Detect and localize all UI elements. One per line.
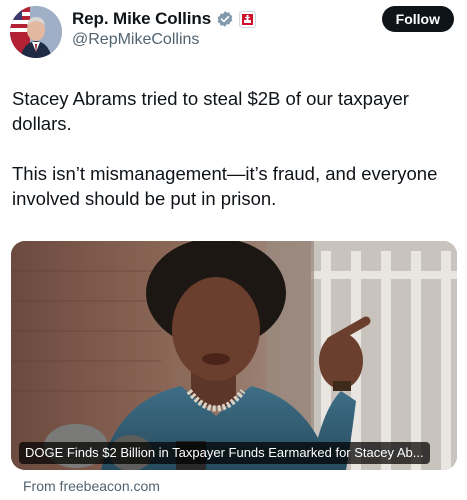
display-name-row: Rep. Mike Collins	[72, 8, 257, 30]
tweet-paragraph: Stacey Abrams tried to steal $2B of our …	[12, 88, 409, 134]
author-handle[interactable]: @RepMikeCollins	[72, 31, 199, 49]
display-name[interactable]: Rep. Mike Collins	[72, 9, 211, 29]
tweet-post[interactable]: Rep. Mike Collins @RepMikeCollins Follow…	[0, 0, 467, 500]
link-preview-card[interactable]: DOGE Finds $2 Billion in Taxpayer Funds …	[11, 241, 457, 470]
card-title[interactable]: DOGE Finds $2 Billion in Taxpayer Funds …	[19, 442, 430, 464]
tweet-text: Stacey Abrams tried to steal $2B of our …	[12, 86, 457, 236]
author-avatar[interactable]	[10, 6, 62, 58]
article-photo	[11, 241, 457, 470]
verified-badge-icon[interactable]	[216, 10, 234, 28]
tweet-paragraph: This isn’t mismanagement—it’s fraud, and…	[12, 163, 438, 209]
card-source-link[interactable]: From freebeacon.com	[23, 478, 160, 494]
house-seal-icon[interactable]	[239, 10, 257, 28]
follow-button[interactable]: Follow	[381, 6, 454, 32]
